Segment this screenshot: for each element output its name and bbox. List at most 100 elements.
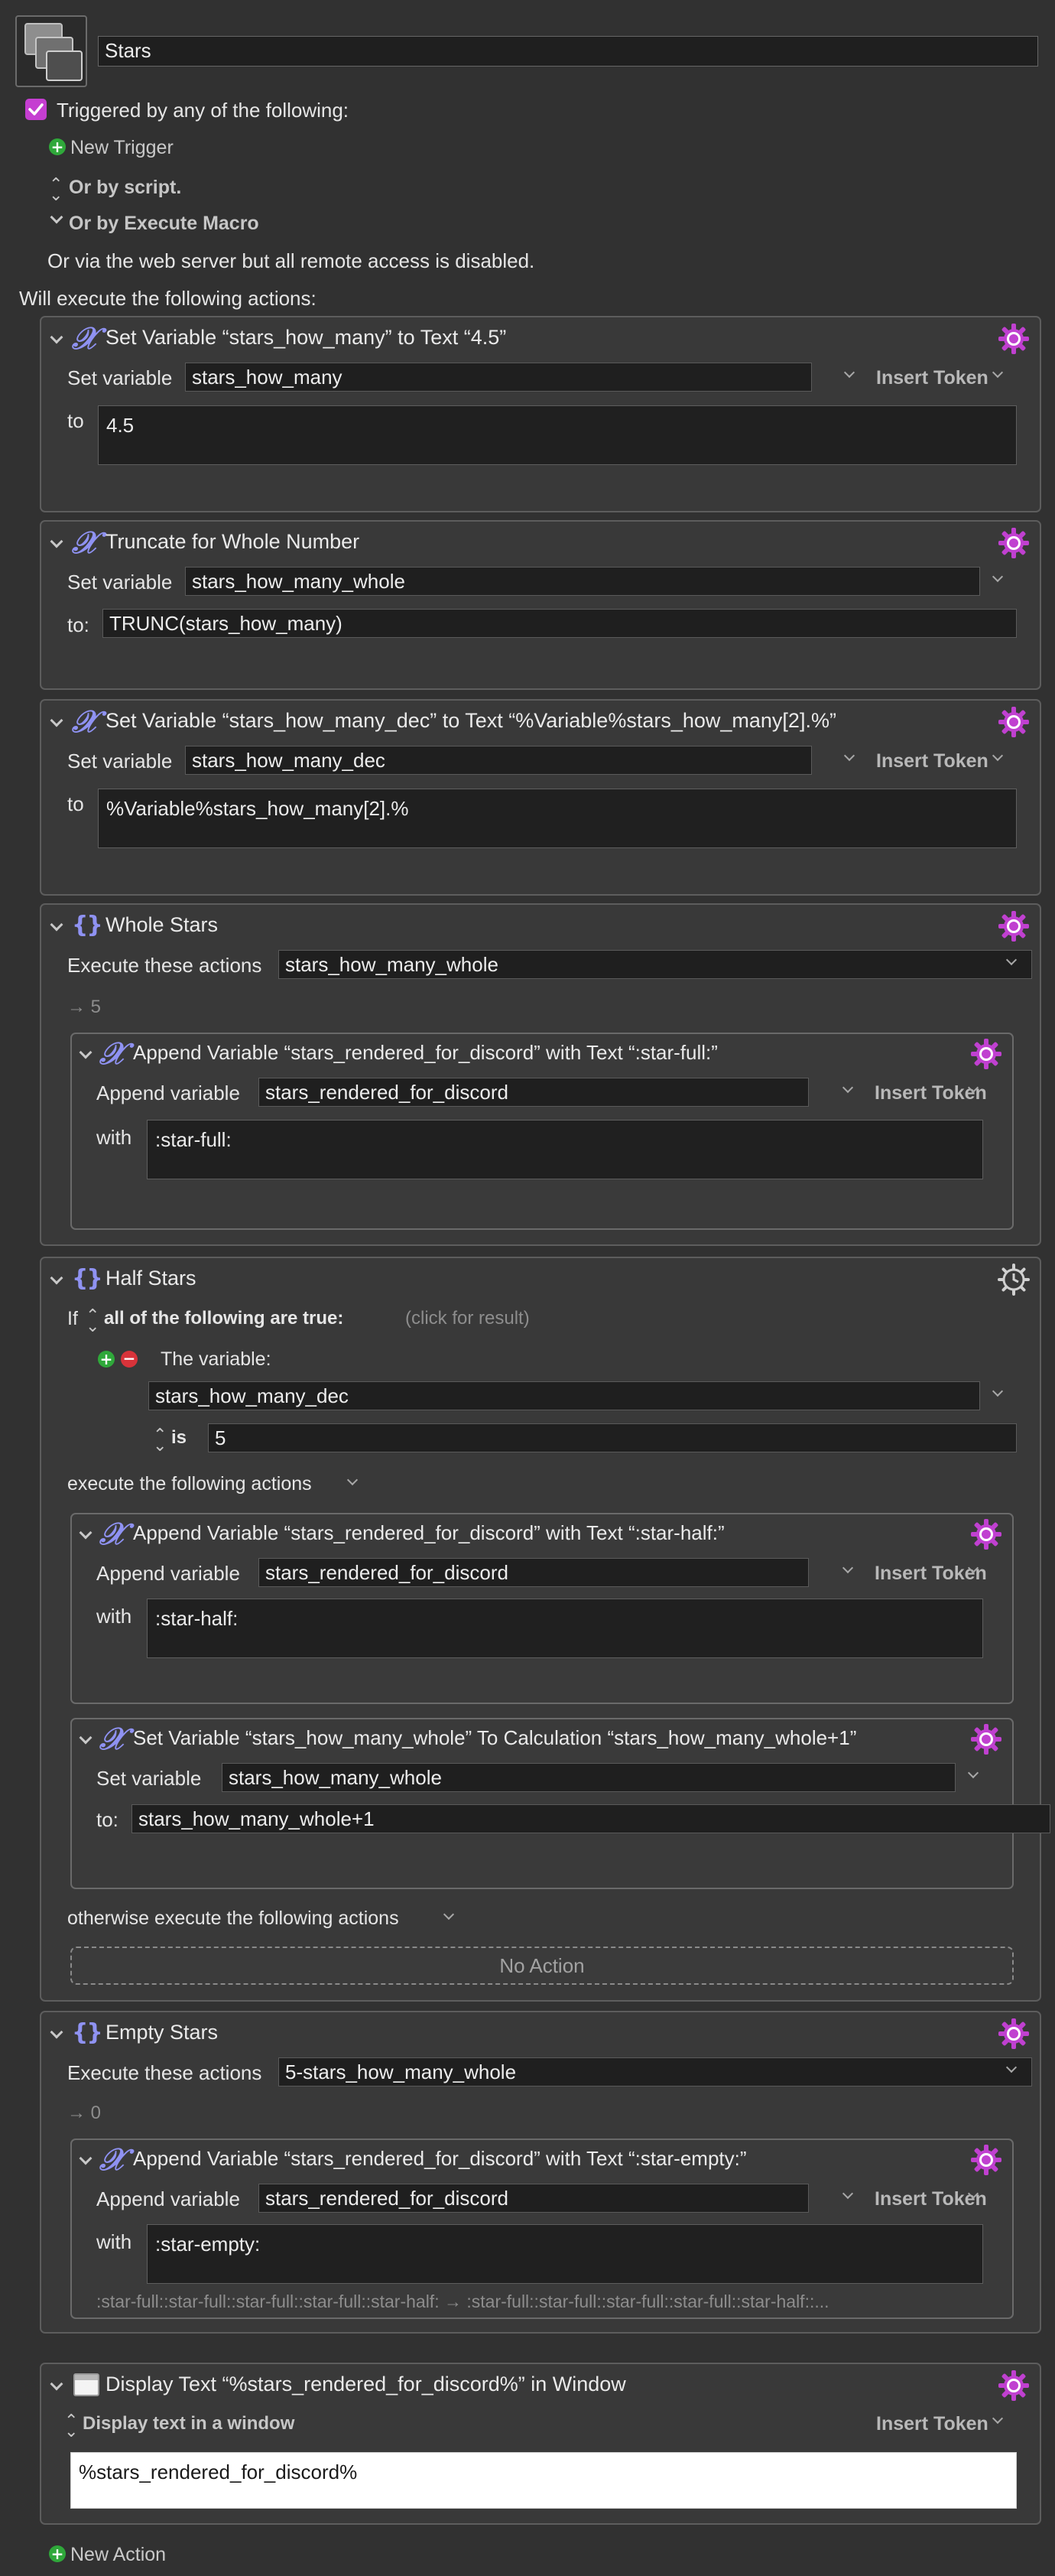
gear-icon[interactable] bbox=[997, 909, 1031, 943]
collapse-chevron-icon[interactable] bbox=[79, 2152, 93, 2165]
action-title[interactable]: Set Variable “stars_how_many_whole” To C… bbox=[133, 1726, 856, 1750]
display-mode-updown-icon[interactable]: ⌃ ⌄ bbox=[64, 2413, 78, 2441]
click-for-result[interactable]: (click for result) bbox=[405, 1308, 530, 1329]
collapse-chevron-icon[interactable] bbox=[50, 2025, 63, 2039]
variable-name-field[interactable]: stars_how_many_whole bbox=[185, 567, 980, 596]
collapse-chevron-icon[interactable] bbox=[50, 918, 63, 932]
condition-value-field[interactable]: 5 bbox=[208, 1423, 1017, 1452]
macro-name-field[interactable]: Stars bbox=[98, 36, 1038, 67]
insert-token-button[interactable]: Insert Token bbox=[876, 2413, 988, 2435]
condition-variable-field[interactable]: stars_how_many_dec bbox=[148, 1381, 980, 1410]
otherwise-chevron-icon[interactable] bbox=[443, 1908, 455, 1921]
no-action-drop-zone[interactable]: No Action bbox=[70, 1947, 1014, 1985]
gear-icon[interactable] bbox=[997, 2017, 1031, 2051]
new-trigger-button[interactable]: New Trigger bbox=[70, 137, 174, 159]
variable-dropdown-icon[interactable] bbox=[842, 1081, 854, 1094]
action-title[interactable]: Whole Stars bbox=[106, 913, 218, 937]
insert-token-chevron-icon[interactable] bbox=[992, 750, 1004, 762]
collapse-chevron-icon[interactable] bbox=[50, 1271, 63, 1285]
gear-icon[interactable] bbox=[997, 705, 1031, 739]
new-action-button[interactable]: New Action bbox=[70, 2544, 166, 2566]
sub-action-set-whole-plus-one[interactable]: 𝒳 Set Variable “stars_how_many_whole” To… bbox=[70, 1718, 1050, 1889]
variable-dropdown-icon[interactable] bbox=[843, 366, 855, 379]
action-title[interactable]: Half Stars bbox=[106, 1267, 196, 1290]
action-title[interactable]: Set Variable “stars_how_many” to Text “4… bbox=[106, 326, 506, 350]
updown-icon[interactable]: ⌃ ⌄ bbox=[49, 177, 63, 204]
remove-condition-icon[interactable]: − bbox=[121, 1351, 138, 1368]
calculation-field[interactable]: TRUNC(stars_how_many) bbox=[102, 609, 1017, 638]
insert-token-chevron-icon[interactable] bbox=[992, 2412, 1004, 2425]
execute-following-chevron-icon[interactable] bbox=[346, 1474, 359, 1486]
condition-mode-updown-icon[interactable]: ⌃ ⌄ bbox=[86, 1308, 99, 1335]
or-by-script[interactable]: Or by script. bbox=[69, 177, 181, 199]
gear-icon[interactable] bbox=[969, 2143, 1003, 2177]
macro-icon[interactable] bbox=[15, 15, 87, 87]
gear-icon[interactable] bbox=[969, 1722, 1003, 1756]
insert-token-chevron-icon[interactable] bbox=[992, 366, 1004, 379]
value-text-area[interactable]: %Variable%stars_how_many[2].% bbox=[98, 789, 1017, 848]
action-truncate-whole-number[interactable]: 𝒳 Truncate for Whole Number Set variable… bbox=[40, 520, 1041, 690]
collapse-chevron-icon[interactable] bbox=[50, 714, 63, 727]
action-title[interactable]: Empty Stars bbox=[106, 2021, 218, 2044]
is-operator[interactable]: is bbox=[171, 1427, 187, 1449]
action-title[interactable]: Append Variable “stars_rendered_for_disc… bbox=[133, 1521, 725, 1545]
chevron-down-icon[interactable] bbox=[50, 210, 63, 224]
variable-dropdown-icon[interactable] bbox=[843, 750, 855, 762]
display-text-area[interactable]: %stars_rendered_for_discord% bbox=[70, 2452, 1017, 2509]
variable-dropdown-icon[interactable] bbox=[842, 2187, 854, 2200]
operator-updown-icon[interactable]: ⌃ ⌄ bbox=[153, 1427, 167, 1455]
collapse-chevron-icon[interactable] bbox=[79, 1731, 93, 1745]
action-set-variable-stars-how-many-dec[interactable]: 𝒳 Set Variable “stars_how_many_dec” to T… bbox=[40, 699, 1041, 896]
action-repeat-empty-stars[interactable]: {} Empty Stars Execute these actions 5-s… bbox=[40, 2011, 1041, 2334]
condition-variable-dropdown-icon[interactable] bbox=[992, 1385, 1004, 1397]
action-title[interactable]: Append Variable “stars_rendered_for_disc… bbox=[133, 1041, 718, 1065]
insert-token-button[interactable]: Insert Token bbox=[876, 750, 988, 772]
calculation-field[interactable]: stars_how_many_whole+1 bbox=[131, 1804, 1050, 1833]
action-title[interactable]: Append Variable “stars_rendered_for_disc… bbox=[133, 2147, 747, 2171]
condition-mode[interactable]: all of the following are true: bbox=[104, 1308, 343, 1329]
gear-disabled-icon[interactable] bbox=[997, 1263, 1031, 1296]
sub-action-append-star-empty[interactable]: 𝒳 Append Variable “stars_rendered_for_di… bbox=[70, 2139, 1014, 2319]
value-text-area[interactable]: 4.5 bbox=[98, 405, 1017, 465]
action-set-variable-stars-how-many[interactable]: 𝒳 Set Variable “stars_how_many” to Text … bbox=[40, 316, 1041, 512]
action-display-text-window[interactable]: Display Text “%stars_rendered_for_discor… bbox=[40, 2363, 1041, 2525]
action-title[interactable]: Truncate for Whole Number bbox=[106, 530, 359, 554]
variable-name-field[interactable]: stars_how_many_whole bbox=[222, 1763, 956, 1792]
value-text-area[interactable]: :star-full: bbox=[147, 1120, 983, 1179]
variable-dropdown-icon[interactable] bbox=[992, 571, 1004, 583]
add-condition-icon[interactable]: + bbox=[98, 1351, 115, 1368]
repeat-count-field[interactable]: stars_how_many_whole bbox=[278, 950, 1032, 979]
value-text-area[interactable]: :star-half: bbox=[147, 1599, 983, 1658]
new-trigger-icon[interactable]: + bbox=[49, 138, 66, 155]
variable-name-field[interactable]: stars_rendered_for_discord bbox=[258, 1078, 809, 1107]
variable-name-field[interactable]: stars_rendered_for_discord bbox=[258, 2184, 809, 2213]
collapse-chevron-icon[interactable] bbox=[50, 535, 63, 548]
variable-name-field[interactable]: stars_how_many bbox=[185, 363, 812, 392]
gear-icon[interactable] bbox=[997, 526, 1031, 560]
collapse-chevron-icon[interactable] bbox=[79, 1046, 93, 1059]
action-title[interactable]: Set Variable “stars_how_many_dec” to Tex… bbox=[106, 709, 836, 733]
variable-name-field[interactable]: stars_how_many_dec bbox=[185, 746, 812, 775]
gear-icon[interactable] bbox=[969, 1517, 1003, 1551]
collapse-chevron-icon[interactable] bbox=[50, 330, 63, 344]
display-mode[interactable]: Display text in a window bbox=[83, 2413, 294, 2435]
variable-dropdown-icon[interactable] bbox=[967, 1767, 979, 1779]
gear-icon[interactable] bbox=[969, 1037, 1003, 1071]
variable-dropdown-icon[interactable] bbox=[842, 1562, 854, 1574]
repeat-count-field[interactable]: 5-stars_how_many_whole bbox=[278, 2057, 1032, 2086]
sub-action-append-star-half[interactable]: 𝒳 Append Variable “stars_rendered_for_di… bbox=[70, 1513, 1014, 1704]
collapse-chevron-icon[interactable] bbox=[50, 2377, 63, 2391]
variable-name-field[interactable]: stars_rendered_for_discord bbox=[258, 1558, 809, 1587]
gear-icon[interactable] bbox=[997, 322, 1031, 356]
action-if-half-stars[interactable]: {} Half Stars If ⌃ ⌄ all of the following… bbox=[40, 1257, 1050, 2002]
action-title[interactable]: Display Text “%stars_rendered_for_discor… bbox=[106, 2373, 626, 2396]
insert-token-button[interactable]: Insert Token bbox=[876, 367, 988, 389]
new-action-icon[interactable]: + bbox=[49, 2545, 66, 2562]
triggered-checkbox[interactable] bbox=[25, 99, 47, 120]
or-by-execute-macro[interactable]: Or by Execute Macro bbox=[69, 213, 259, 235]
sub-action-append-star-full[interactable]: 𝒳 Append Variable “stars_rendered_for_di… bbox=[70, 1033, 1014, 1230]
collapse-chevron-icon[interactable] bbox=[79, 1526, 93, 1540]
action-repeat-whole-stars[interactable]: {} Whole Stars Execute these actions sta… bbox=[40, 903, 1041, 1246]
gear-icon[interactable] bbox=[997, 2369, 1031, 2402]
value-text-area[interactable]: :star-empty: bbox=[147, 2224, 983, 2284]
